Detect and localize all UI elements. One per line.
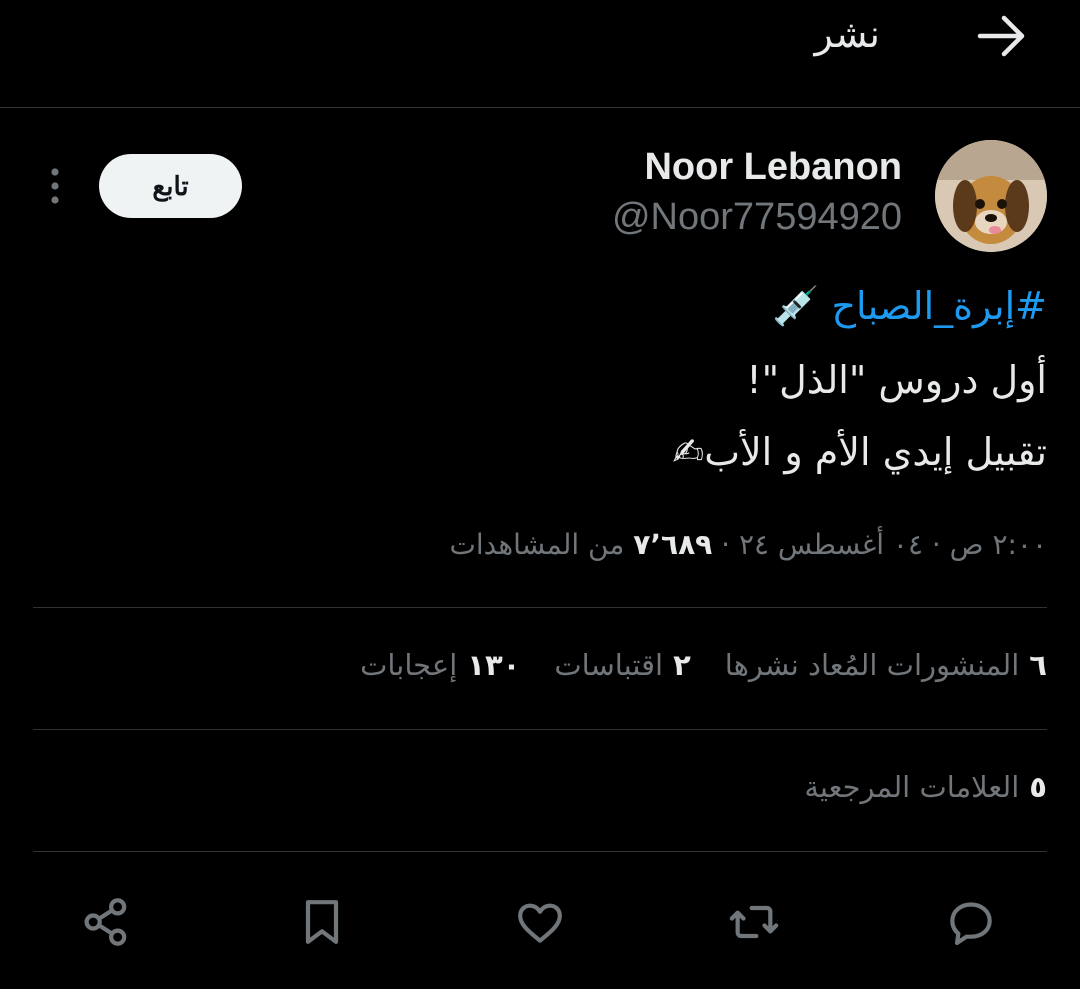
bookmark-button[interactable] — [290, 890, 354, 954]
reply-icon — [950, 902, 992, 946]
likes-count: ١٣٠ — [467, 648, 521, 682]
follow-button[interactable]: تابع — [99, 154, 242, 218]
likes-label: إعجابات — [360, 648, 458, 682]
author-handle[interactable]: @Noor77594920 — [612, 196, 902, 239]
back-button[interactable] — [974, 12, 1030, 60]
bookmark-icon — [305, 900, 339, 944]
meta-divider — [33, 607, 1047, 608]
more-vertical-icon — [51, 168, 59, 204]
avatar[interactable] — [935, 140, 1047, 252]
like-icon — [518, 903, 562, 943]
engagement-stats: ٦ المنشورات المُعاد نشرها ٢ اقتباسات ١٣٠ إع… — [360, 648, 1047, 682]
page-title: نشر — [814, 12, 880, 56]
tweet-line-2: تقبيل إيدي الأم و الأب✍ — [672, 430, 1047, 474]
writing-hand-emoji: ✍ — [672, 430, 705, 474]
tweet-line-2-text: تقبيل إيدي الأم و الأب — [704, 430, 1047, 474]
bookmarks-divider — [33, 851, 1047, 852]
reposts-label: المنشورات المُعاد نشرها — [724, 648, 1020, 682]
reply-button[interactable] — [939, 890, 1003, 954]
like-button[interactable] — [508, 890, 572, 954]
tweet-hashtag-line: #إبرة_الصباح 💉 — [772, 284, 1047, 329]
tweet-meta: ٢:٠٠ ص · ٠٤ أغسطس ٢٤ · ٧٬٦٨٩ من المشاهدا… — [450, 528, 1047, 561]
tweet-line-1: أول دروس "الذل"! — [746, 358, 1047, 402]
views-label: من المشاهدات — [449, 528, 634, 561]
share-icon — [84, 898, 127, 946]
more-options-button[interactable] — [40, 166, 70, 206]
hashtag-link[interactable]: #إبرة_الصباح — [831, 284, 1047, 328]
stats-divider — [33, 729, 1047, 730]
quotes-count: ٢ — [673, 648, 691, 682]
reposts-stat[interactable]: ٦ المنشورات المُعاد نشرها — [725, 648, 1047, 682]
bookmarks-label: العلامات المرجعية — [804, 770, 1020, 804]
syringe-emoji: 💉 — [772, 284, 820, 328]
dog-avatar — [935, 140, 1047, 252]
quotes-stat[interactable]: ٢ اقتباسات — [554, 648, 690, 682]
time-date[interactable]: ٢:٠٠ ص · ٠٤ أغسطس ٢٤ · — [712, 528, 1047, 561]
repost-button[interactable] — [722, 890, 786, 954]
header-divider — [0, 107, 1080, 108]
author-name[interactable]: Noor Lebanon — [644, 146, 902, 189]
reposts-count: ٦ — [1029, 648, 1047, 682]
bookmarks-count: ٥ — [1029, 770, 1047, 804]
share-button[interactable] — [74, 890, 138, 954]
quotes-label: اقتباسات — [554, 648, 664, 682]
bookmarks-stat[interactable]: ٥ العلامات المرجعية — [804, 770, 1047, 804]
arrow-right-icon — [977, 15, 1025, 57]
likes-stat[interactable]: ١٣٠ إعجابات — [360, 648, 520, 682]
views-count: ٧٬٦٨٩ — [633, 528, 713, 561]
repost-icon — [729, 905, 779, 939]
